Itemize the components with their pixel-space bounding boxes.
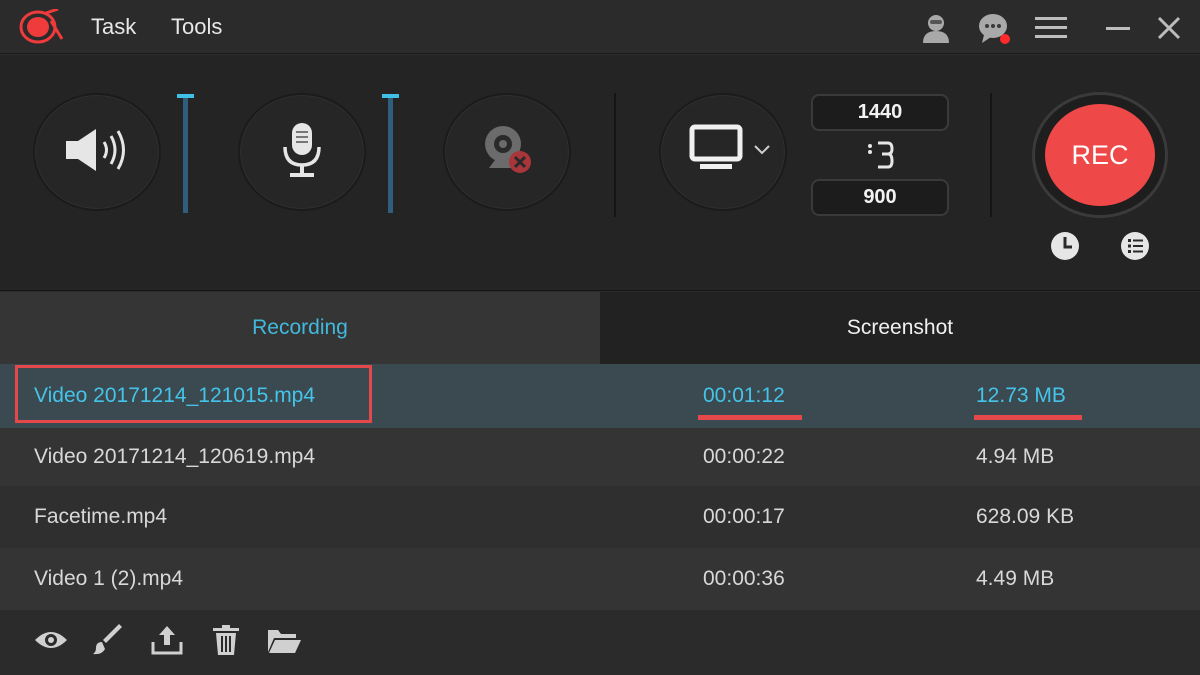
controls-divider-2 <box>990 93 992 217</box>
webcam-disabled-icon <box>477 122 537 183</box>
rec-button[interactable]: REC <box>1045 104 1155 206</box>
file-name: Facetime.mp4 <box>34 505 168 528</box>
tab-screenshot[interactable]: Screenshot <box>600 292 1200 364</box>
feedback-icon[interactable] <box>976 10 1012 46</box>
height-input[interactable]: 900 <box>811 179 949 216</box>
width-input[interactable]: 1440 <box>811 94 949 131</box>
screen-area-button[interactable] <box>659 93 787 211</box>
microphone-volume-handle[interactable] <box>382 94 399 98</box>
table-row[interactable]: Video 20171214_121015.mp4 00:01:12 12.73… <box>0 364 1200 428</box>
webcam-button[interactable] <box>443 93 571 211</box>
file-name: Video 20171214_121015.mp4 <box>34 384 316 407</box>
clock-icon[interactable] <box>1048 229 1082 263</box>
tab-recording[interactable]: Recording <box>0 292 600 364</box>
microphone-icon <box>280 121 324 184</box>
menu-task[interactable]: Task <box>91 14 136 40</box>
minimize-icon[interactable] <box>1100 10 1136 46</box>
system-sound-button[interactable] <box>33 93 161 211</box>
controls-divider <box>614 93 616 217</box>
size-underline <box>974 415 1082 420</box>
microphone-button[interactable] <box>238 93 366 211</box>
delete-icon[interactable] <box>207 622 245 658</box>
file-list: Video 20171214_121015.mp4 00:01:12 12.73… <box>0 364 1200 610</box>
table-row[interactable]: Video 1 (2).mp4 00:00:36 4.49 MB <box>0 548 1200 610</box>
title-bar: Task Tools <box>0 0 1200 54</box>
chevron-down-icon[interactable] <box>753 143 771 162</box>
account-icon[interactable] <box>918 10 954 46</box>
recording-controls: 1440 900 REC <box>0 55 1200 291</box>
speaker-icon <box>62 125 132 180</box>
open-folder-icon[interactable] <box>265 622 303 658</box>
file-toolbar <box>0 610 1200 675</box>
tab-bar: Recording Screenshot <box>0 292 1200 364</box>
file-duration: 00:00:36 <box>703 567 785 590</box>
menu-icon[interactable] <box>1033 10 1069 46</box>
chain-link-icon[interactable] <box>864 139 896 171</box>
system-volume-handle[interactable] <box>177 94 194 98</box>
menu-tools[interactable]: Tools <box>171 14 222 40</box>
close-icon[interactable] <box>1151 10 1187 46</box>
table-row[interactable]: Video 20171214_120619.mp4 00:00:22 4.94 … <box>0 428 1200 486</box>
system-volume-slider[interactable] <box>177 94 194 213</box>
microphone-volume-slider[interactable] <box>382 94 399 213</box>
duration-underline <box>698 415 802 420</box>
export-icon[interactable] <box>148 622 186 658</box>
file-size: 4.49 MB <box>976 567 1055 590</box>
file-size: 628.09 KB <box>976 505 1075 528</box>
table-row[interactable]: Facetime.mp4 00:00:17 628.09 KB <box>0 486 1200 548</box>
edit-icon[interactable] <box>90 622 128 658</box>
list-icon[interactable] <box>1118 229 1152 263</box>
preview-icon[interactable] <box>32 622 70 658</box>
file-size: 4.94 MB <box>976 445 1055 468</box>
app-logo-icon <box>18 7 64 45</box>
file-duration: 00:00:17 <box>703 505 785 528</box>
file-duration: 00:01:12 <box>703 384 785 407</box>
file-size: 12.73 MB <box>976 384 1066 407</box>
file-name: Video 20171214_120619.mp4 <box>34 445 316 468</box>
file-name: Video 1 (2).mp4 <box>34 567 184 590</box>
file-duration: 00:00:22 <box>703 445 785 468</box>
